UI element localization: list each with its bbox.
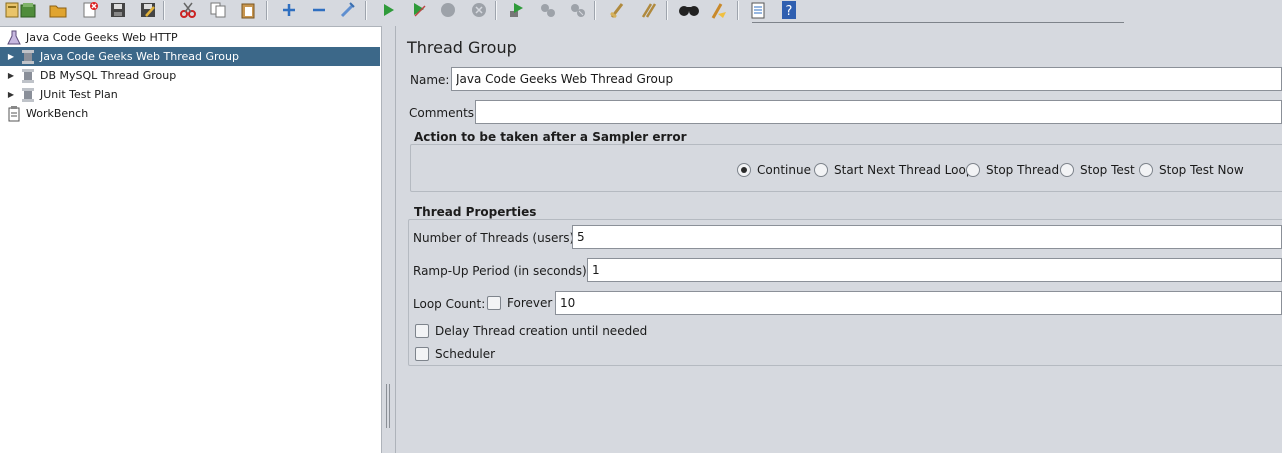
tree-item-label: Java Code Geeks Web Thread Group: [40, 50, 239, 63]
expand-arrow-icon[interactable]: ▶: [6, 66, 16, 85]
radio-button[interactable]: [1060, 163, 1074, 177]
start-no-pauses-icon[interactable]: [407, 0, 431, 20]
svg-text:?: ?: [786, 4, 793, 19]
stop-icon[interactable]: [436, 0, 460, 20]
thread-group-spool-icon: [20, 49, 36, 65]
expand-all-icon[interactable]: [277, 0, 301, 20]
forever-checkbox-item[interactable]: Forever: [487, 296, 552, 310]
splitter-grip-icon[interactable]: [386, 384, 390, 428]
loop-count-label: Loop Count:: [413, 297, 486, 311]
scheduler-label: Scheduler: [435, 347, 496, 361]
shutdown-icon[interactable]: [467, 0, 491, 20]
rampup-label: Ramp-Up Period (in seconds):: [413, 264, 591, 278]
threads-label: Number of Threads (users):: [413, 231, 579, 245]
search-icon[interactable]: [677, 0, 701, 20]
remote-stop-icon[interactable]: [536, 0, 560, 20]
close-icon[interactable]: [78, 0, 102, 20]
name-field[interactable]: [451, 67, 1282, 91]
save-as-icon[interactable]: [136, 0, 160, 20]
tree-item-web-thread-group[interactable]: ▶ Java Code Geeks Web Thread Group: [0, 47, 380, 66]
tree-item-label: DB MySQL Thread Group: [40, 69, 177, 82]
toggle-icon[interactable]: [336, 0, 360, 20]
panel-splitter[interactable]: [382, 26, 395, 453]
forever-label: Forever: [507, 296, 553, 310]
tree-item-db-thread-group[interactable]: ▶ DB MySQL Thread Group: [0, 66, 380, 85]
expand-arrow-icon[interactable]: ▶: [6, 85, 16, 104]
tree-item-workbench[interactable]: WorkBench: [0, 104, 380, 123]
collapse-all-icon[interactable]: [307, 0, 331, 20]
save-icon[interactable]: [106, 0, 130, 20]
radio-label: Stop Thread: [986, 163, 1060, 177]
tree-root-label: Java Code Geeks Web HTTP: [26, 31, 178, 44]
radio-label: Stop Test: [1080, 163, 1135, 177]
tree-item-junit-test-plan[interactable]: ▶ JUnit Test Plan: [0, 85, 380, 104]
delay-thread-creation-item[interactable]: Delay Thread creation until needed: [415, 324, 647, 338]
radio-button[interactable]: [737, 163, 751, 177]
paste-icon[interactable]: [236, 0, 260, 20]
radio-label: Continue: [757, 163, 811, 177]
sampler-error-title: Action to be taken after a Sampler error: [414, 130, 687, 144]
delay-thread-creation-label: Delay Thread creation until needed: [435, 324, 648, 338]
loop-count-field[interactable]: [555, 291, 1282, 315]
copy-icon[interactable]: [206, 0, 230, 20]
clear-all-icon[interactable]: [637, 0, 661, 20]
reset-search-icon[interactable]: [706, 0, 730, 20]
radio-button[interactable]: [966, 163, 980, 177]
radio-label: Start Next Thread Loop: [834, 163, 974, 177]
workbench-clipboard-icon: [6, 105, 22, 122]
remote-shutdown-icon[interactable]: [566, 0, 590, 20]
thread-group-spool-icon: [20, 87, 36, 103]
tree-root-test-plan[interactable]: Java Code Geeks Web HTTP: [0, 28, 380, 47]
scheduler-checkbox[interactable]: [415, 347, 429, 361]
radio-stop-thread[interactable]: Stop Thread: [966, 163, 1059, 177]
thread-group-spool-icon: [20, 68, 36, 84]
help-icon[interactable]: ?: [777, 0, 801, 20]
scheduler-item[interactable]: Scheduler: [415, 347, 495, 361]
remote-start-icon[interactable]: [505, 0, 529, 20]
rampup-field[interactable]: [587, 258, 1282, 282]
open-icon[interactable]: [46, 0, 70, 20]
radio-stop-test-now[interactable]: Stop Test Now: [1139, 163, 1244, 177]
clear-icon[interactable]: [606, 0, 630, 20]
threads-field[interactable]: [572, 225, 1282, 249]
test-plan-flask-icon: [6, 30, 22, 46]
thread-properties-title: Thread Properties: [414, 205, 537, 219]
test-plan-tree: Java Code Geeks Web HTTP ▶ Java Code Gee…: [0, 26, 382, 453]
radio-stop-test[interactable]: Stop Test: [1060, 163, 1135, 177]
radio-continue[interactable]: Continue: [737, 163, 811, 177]
start-icon[interactable]: [376, 0, 400, 20]
comments-field[interactable]: [475, 100, 1282, 124]
radio-start-next-thread-loop[interactable]: Start Next Thread Loop: [814, 163, 973, 177]
toolbar: ?: [0, 0, 1282, 24]
radio-label: Stop Test Now: [1159, 163, 1244, 177]
tree-item-label: JUnit Test Plan: [40, 88, 118, 101]
cut-icon[interactable]: [176, 0, 200, 20]
name-label: Name:: [410, 73, 450, 87]
expand-arrow-icon[interactable]: ▶: [6, 47, 16, 66]
forever-checkbox[interactable]: [487, 296, 501, 310]
comments-label: Comments:: [409, 106, 479, 120]
delay-thread-creation-checkbox[interactable]: [415, 324, 429, 338]
page-title: Thread Group: [407, 38, 517, 57]
radio-button[interactable]: [814, 163, 828, 177]
tree-item-label: WorkBench: [26, 107, 89, 120]
radio-button[interactable]: [1139, 163, 1153, 177]
templates-icon[interactable]: [16, 0, 40, 20]
function-helper-icon[interactable]: [746, 0, 770, 20]
